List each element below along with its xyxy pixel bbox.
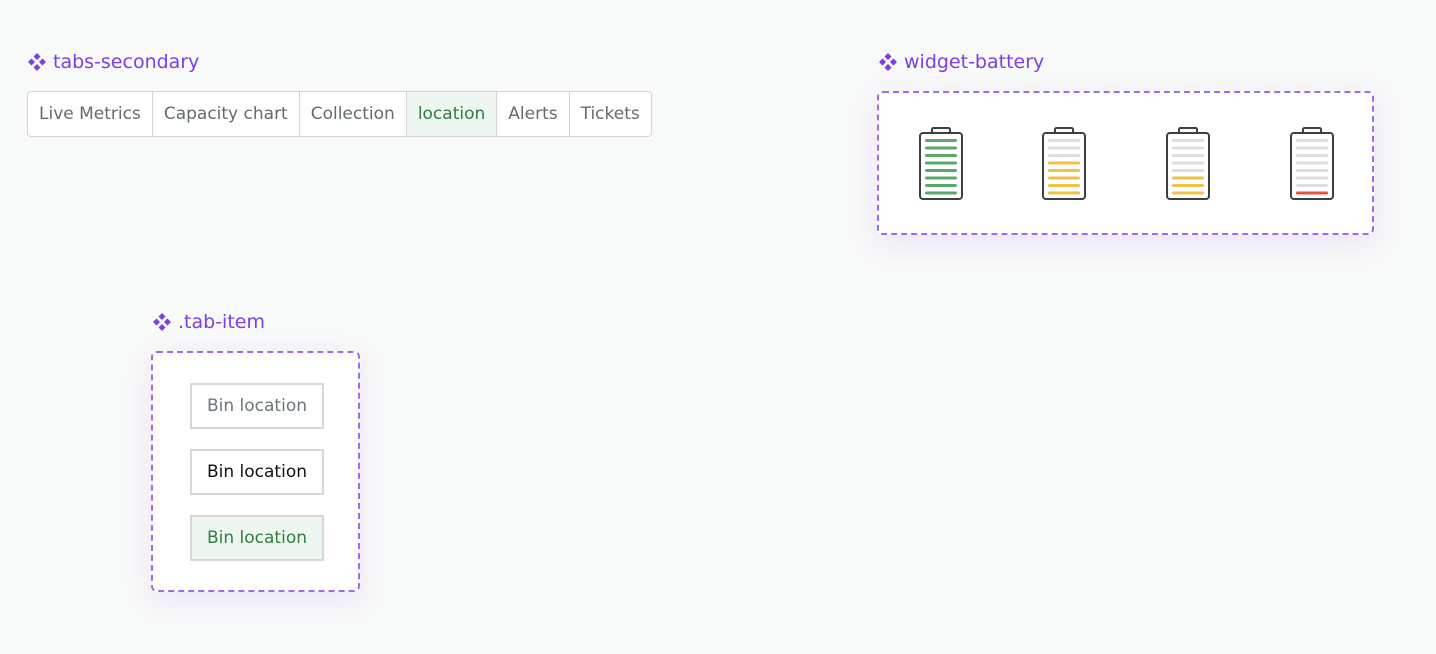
battery-bar-filled (925, 146, 957, 150)
tab-collection[interactable]: Collection (300, 92, 407, 136)
battery-bar-filled (925, 169, 957, 172)
battery-bar-empty (1296, 169, 1328, 172)
battery-bar-filled (1048, 191, 1080, 195)
battery-bar-empty (1172, 161, 1204, 165)
tab-item-hover[interactable]: Bin location (190, 449, 324, 495)
battery-icon (1042, 127, 1086, 200)
battery-bar-empty (1172, 154, 1204, 157)
component-diamond-icon (879, 53, 897, 71)
tab-capacity-chart[interactable]: Capacity chart (153, 92, 300, 136)
battery-bar-filled (1172, 184, 1204, 187)
component-label-text: .tab-item (178, 311, 265, 333)
battery-body (1042, 132, 1086, 200)
battery-bar-empty (1296, 184, 1328, 187)
battery-icon (1166, 127, 1210, 200)
component-label-tabs: tabs-secondary (27, 51, 199, 73)
component-label-tab-item: .tab-item (152, 311, 265, 333)
widget-battery-frame (877, 91, 1374, 235)
battery-bar-empty (1048, 154, 1080, 157)
battery-body (1290, 132, 1334, 200)
component-diamond-icon (28, 53, 46, 71)
component-diamond-icon (153, 313, 171, 331)
tab-tickets[interactable]: Tickets (570, 92, 651, 136)
battery-bar-empty (1296, 176, 1328, 180)
tab-item-frame: Bin location Bin location Bin location (151, 351, 360, 592)
battery-bar-filled (925, 154, 957, 157)
battery-bar-filled (1048, 161, 1080, 165)
battery-bar-empty (1296, 154, 1328, 157)
battery-bar-empty (1172, 146, 1204, 150)
battery-icon (919, 127, 963, 200)
battery-bar-empty (1048, 139, 1080, 142)
battery-bar-filled (925, 184, 957, 187)
battery-bar-empty (1048, 146, 1080, 150)
tab-item-selected[interactable]: Bin location (190, 515, 324, 561)
battery-bar-filled (925, 161, 957, 165)
component-label-text: widget-battery (904, 51, 1045, 73)
component-label-text: tabs-secondary (53, 51, 200, 73)
component-label-battery: widget-battery (878, 51, 1044, 73)
battery-bar-empty (1172, 169, 1204, 172)
tabs-secondary: Live Metrics Capacity chart Collection l… (27, 91, 652, 137)
battery-bar-filled (1296, 191, 1328, 195)
tab-live-metrics[interactable]: Live Metrics (28, 92, 153, 136)
battery-bar-filled (1172, 176, 1204, 180)
battery-bar-filled (1048, 169, 1080, 172)
battery-bar-empty (1296, 146, 1328, 150)
tab-item-default[interactable]: Bin location (190, 383, 324, 429)
battery-bar-filled (1048, 184, 1080, 187)
battery-body (919, 132, 963, 200)
tab-location[interactable]: location (406, 92, 498, 136)
battery-bar-filled (1172, 191, 1204, 195)
battery-bar-empty (1172, 139, 1204, 142)
battery-bar-empty (1296, 139, 1328, 142)
battery-bar-filled (925, 176, 957, 180)
battery-icon (1290, 127, 1334, 200)
battery-bar-filled (1048, 176, 1080, 180)
battery-bar-filled (925, 139, 957, 142)
battery-bar-empty (1296, 161, 1328, 165)
tab-alerts[interactable]: Alerts (497, 92, 570, 136)
battery-bar-filled (925, 191, 957, 195)
battery-body (1166, 132, 1210, 200)
